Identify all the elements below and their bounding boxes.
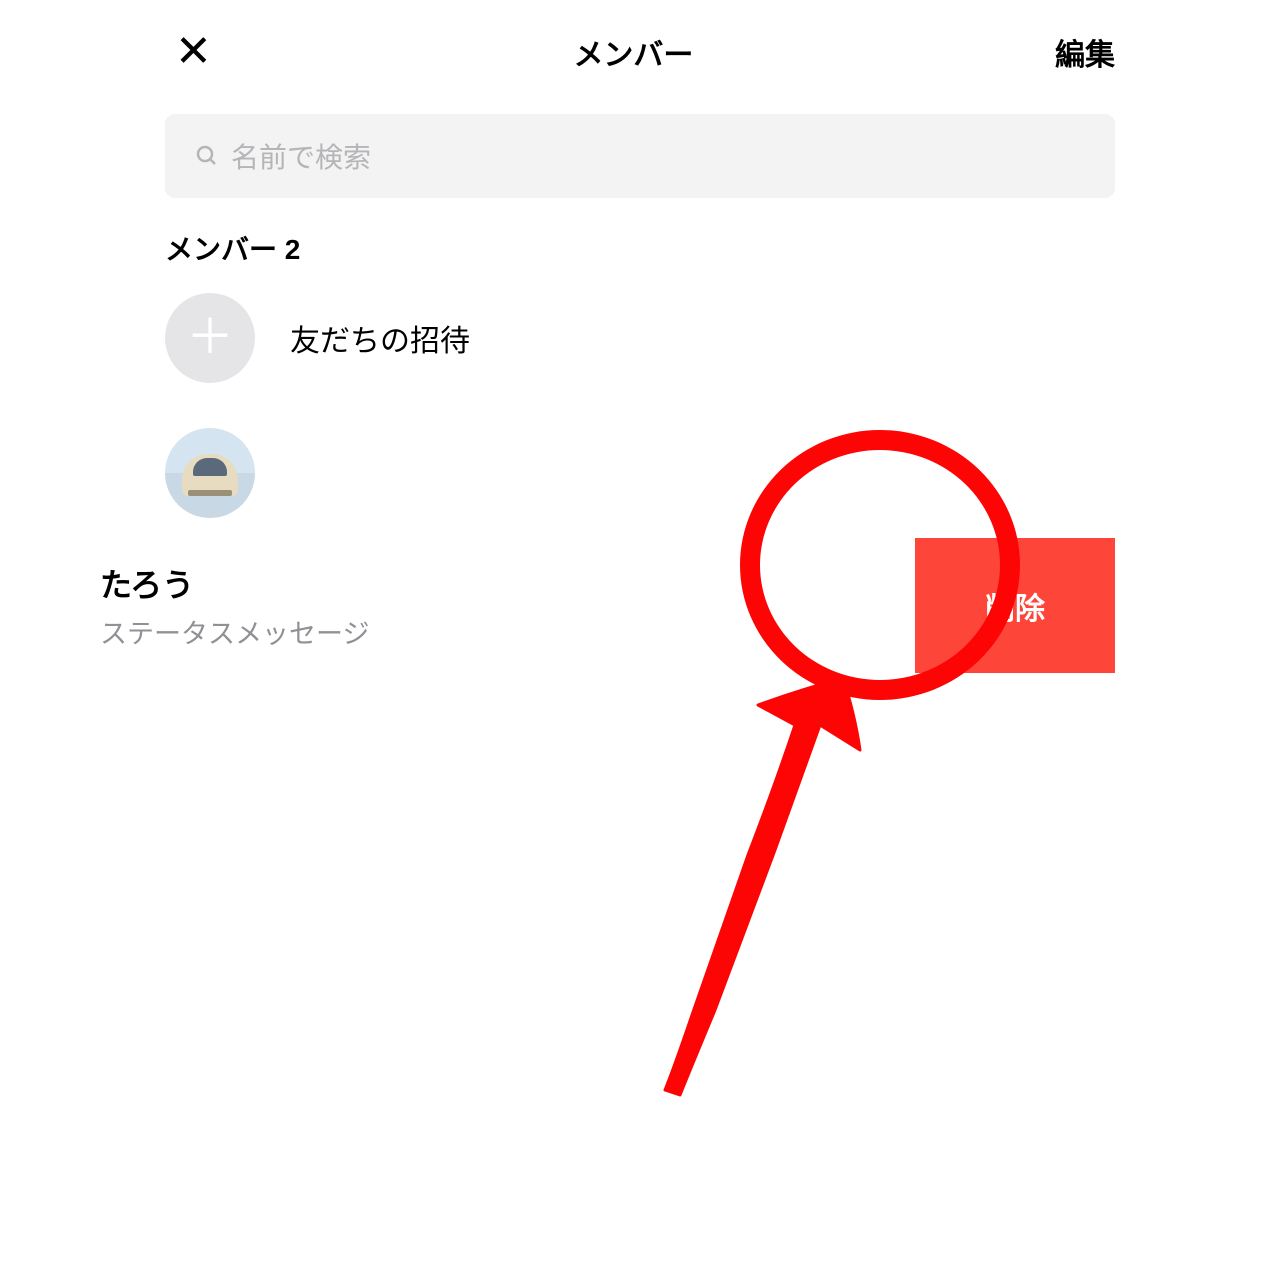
header: ✕ メンバー 編集 — [0, 0, 1280, 104]
invite-label: 友だちの招待 — [290, 316, 470, 360]
edit-button[interactable]: 編集 — [1055, 30, 1115, 74]
delete-button[interactable]: 削除 — [915, 538, 1115, 673]
annotation-arrow — [560, 670, 910, 1100]
member-info[interactable]: たろう ステータスメッセージ — [0, 560, 915, 651]
member-row-swiped: たろう ステータスメッセージ 削除 — [0, 538, 1280, 673]
page-title: メンバー — [573, 30, 693, 74]
invite-friends-row[interactable]: ＋ 友だちの招待 — [0, 268, 1280, 408]
invite-avatar: ＋ — [165, 293, 255, 383]
plus-icon: ＋ — [186, 314, 234, 362]
search-input[interactable]: 名前で検索 — [165, 114, 1115, 198]
member-avatar[interactable] — [165, 428, 255, 518]
member-status: ステータスメッセージ — [100, 612, 915, 651]
member-name: たろう — [100, 560, 915, 606]
search-placeholder: 名前で検索 — [231, 136, 371, 176]
section-header: メンバー 2 — [165, 228, 1280, 268]
close-icon[interactable]: ✕ — [175, 30, 212, 74]
search-icon — [195, 144, 219, 168]
